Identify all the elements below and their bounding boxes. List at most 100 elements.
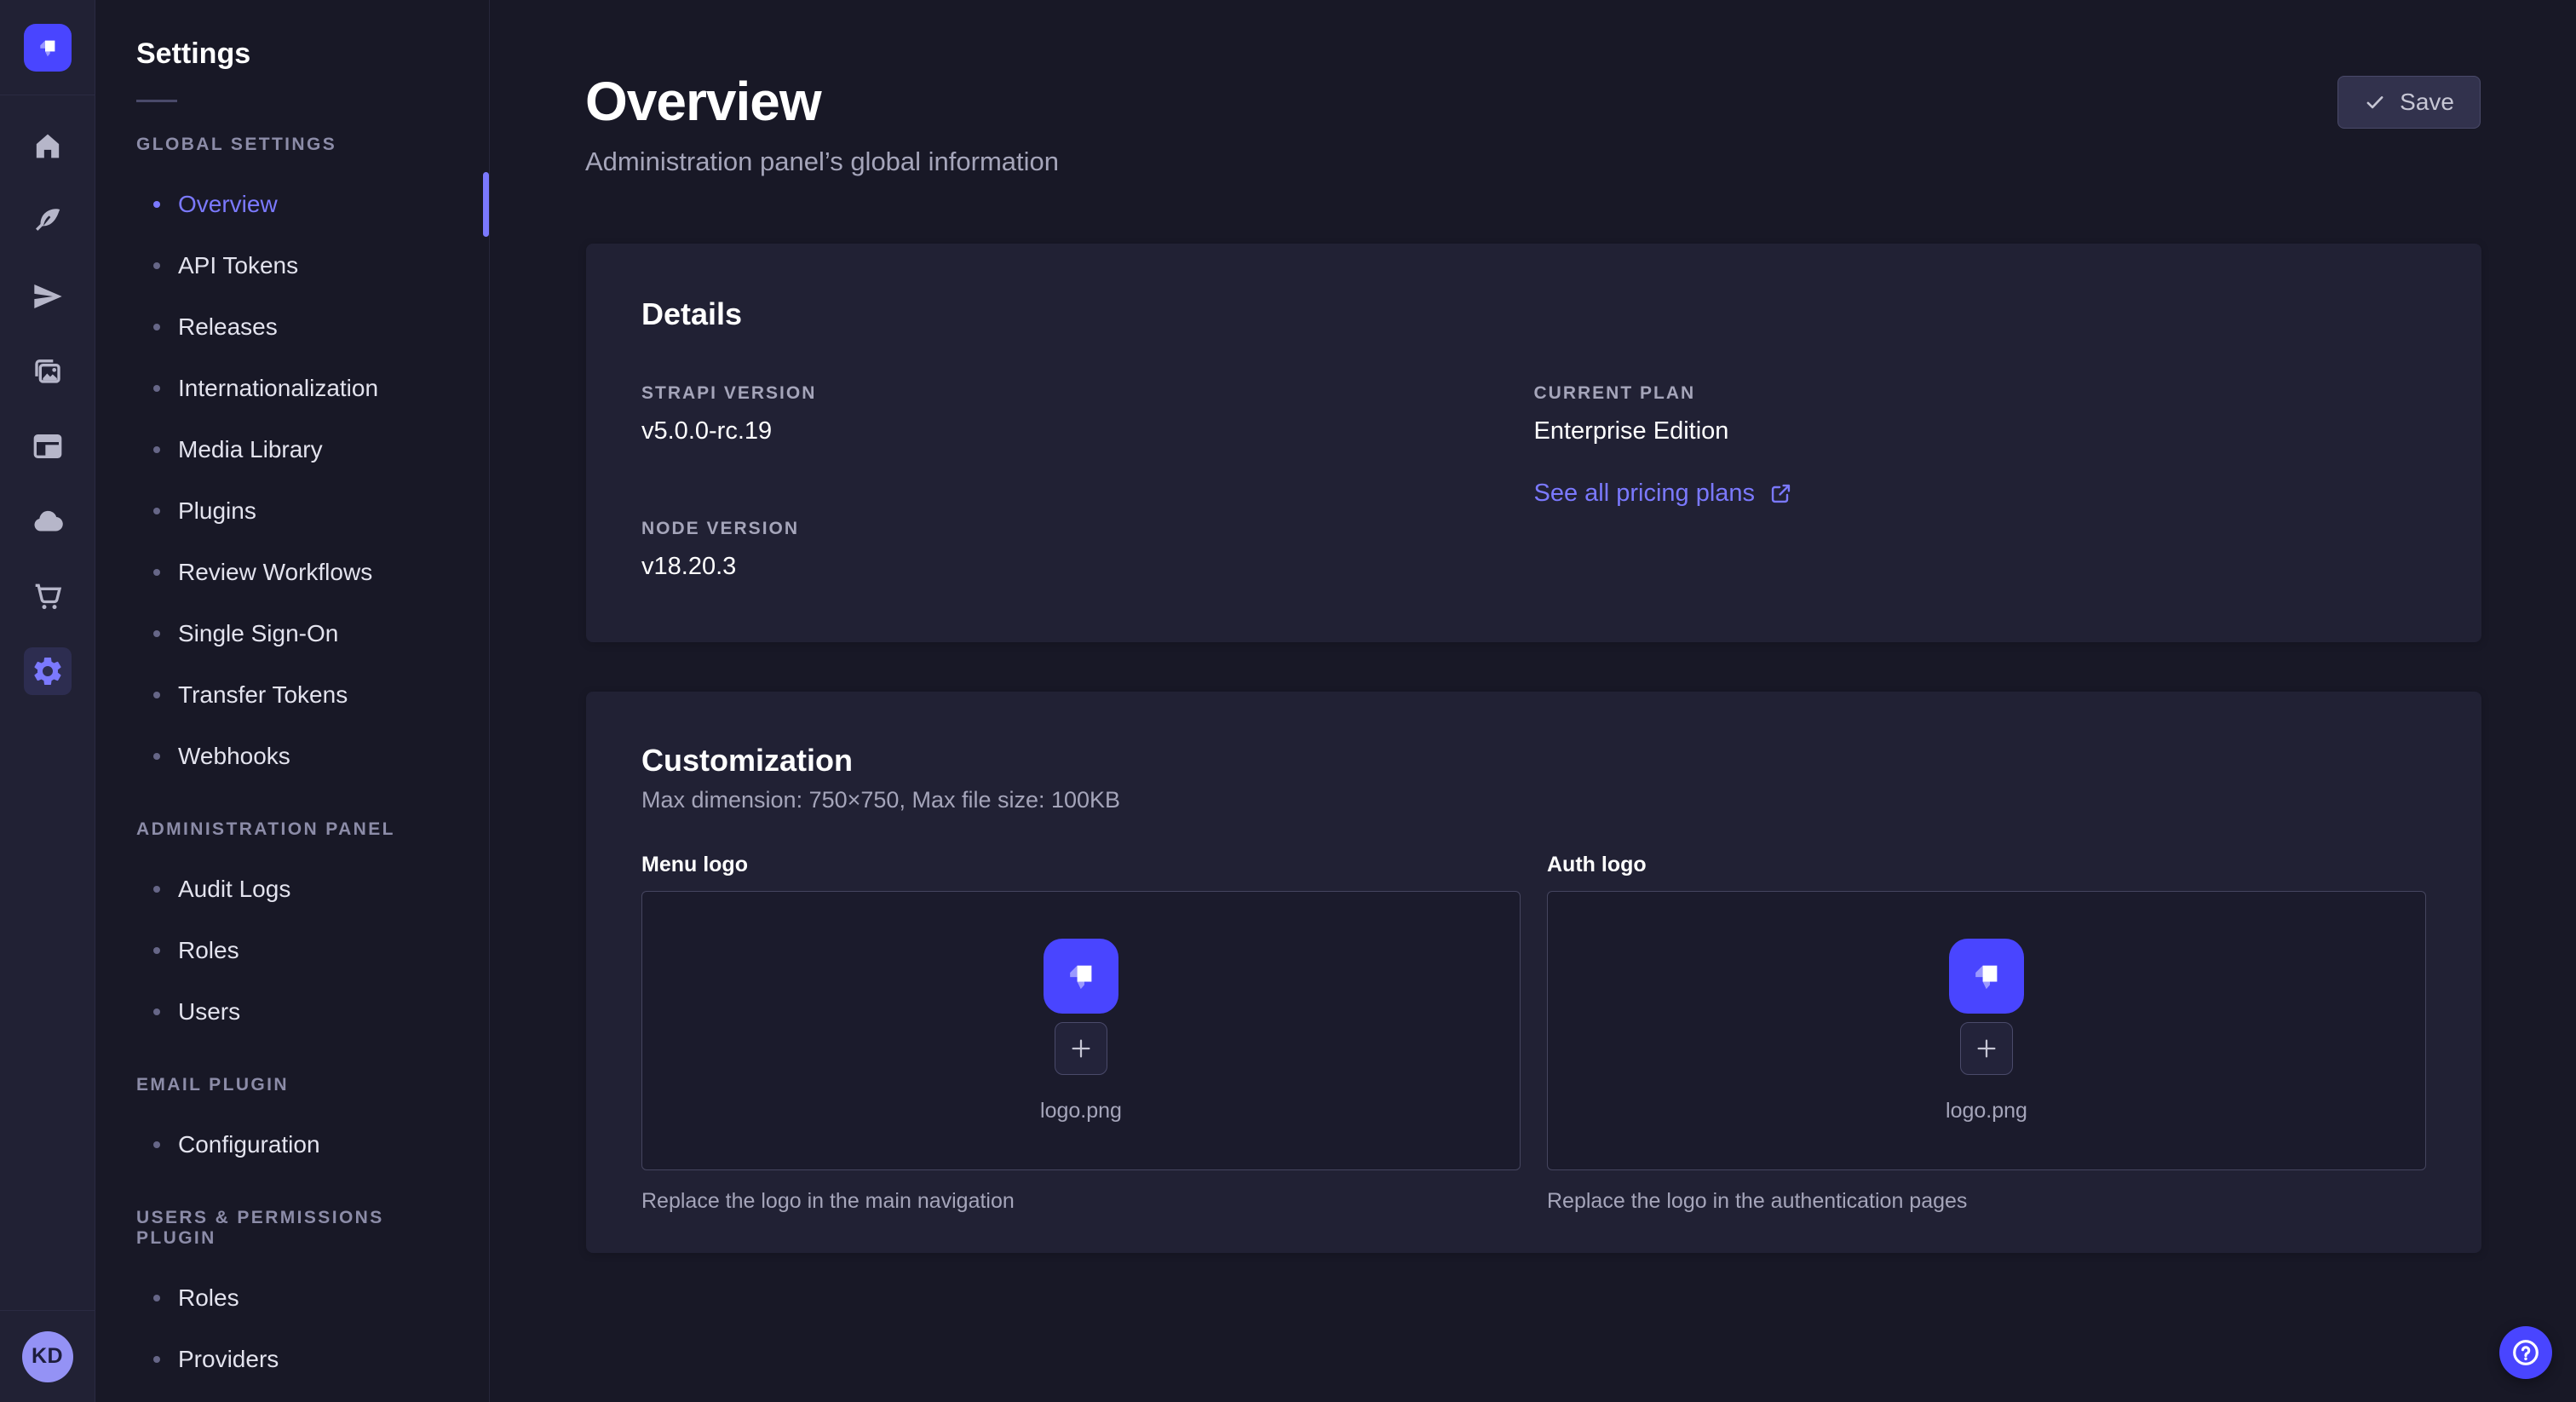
subnav-title: Settings [95, 0, 489, 71]
question-mark-icon [2510, 1336, 2542, 1369]
logo-grid: Menu logo logo.png Replace the logo in t… [641, 853, 2426, 1214]
current-plan-field: CURRENT PLAN Enterprise Edition [1534, 383, 2427, 445]
subnav-item-releases[interactable]: Releases [95, 296, 489, 358]
rail-item-marketplace[interactable] [0, 559, 95, 634]
pricing-plans-link[interactable]: See all pricing plans [1534, 480, 1794, 508]
strapi-version-value: v5.0.0-rc.19 [641, 417, 1534, 445]
current-plan-value: Enterprise Edition [1534, 417, 2427, 445]
main-nav-rail: KD [0, 0, 95, 1402]
rail-user-area: KD [0, 1310, 95, 1402]
section-label: EMAIL PLUGIN [136, 1075, 448, 1095]
pricing-plans-link-label: See all pricing plans [1534, 480, 1756, 508]
rail-item-content-manager[interactable] [0, 184, 95, 259]
rail-item-content-type-builder[interactable] [0, 409, 95, 484]
node-version-value: v18.20.3 [641, 553, 1534, 581]
settings-subnav: Settings GLOBAL SETTINGS Overview API To… [95, 0, 490, 1402]
node-version-label: NODE VERSION [641, 519, 1534, 539]
strapi-mark-icon [1963, 952, 2010, 1000]
current-plan-label: CURRENT PLAN [1534, 383, 2427, 404]
check-icon [2364, 91, 2386, 113]
customization-card: Customization Max dimension: 750×750, Ma… [586, 692, 2481, 1253]
subnav-item-single-sign-on[interactable]: Single Sign-On [95, 603, 489, 664]
subnav-item-up-providers[interactable]: Providers [95, 1329, 489, 1390]
section-users-permissions-plugin: USERS & PERMISSIONS PLUGIN Roles Provide… [95, 1208, 489, 1390]
external-link-icon [1768, 481, 1793, 506]
menu-logo-label: Menu logo [641, 853, 1521, 877]
menu-logo-preview [1044, 939, 1118, 1014]
page-header: Overview Administration panel’s global i… [491, 0, 2576, 179]
strapi-admin-app: KD Settings GLOBAL SETTINGS Overview API… [0, 0, 2576, 1402]
section-global-settings: GLOBAL SETTINGS Overview API Tokens Rele… [95, 135, 489, 787]
auth-logo-dropzone[interactable]: logo.png [1547, 891, 2426, 1170]
rail-nav-items [0, 109, 95, 709]
rail-item-releases[interactable] [0, 259, 95, 334]
user-avatar[interactable]: KD [22, 1331, 73, 1382]
subnav-item-audit-logs[interactable]: Audit Logs [95, 859, 489, 920]
gear-icon [31, 654, 65, 688]
auth-logo-add-button[interactable] [1960, 1022, 2013, 1075]
node-version-field: NODE VERSION v18.20.3 [641, 519, 1534, 581]
workspace-logo-area [0, 0, 95, 95]
subnav-item-plugins[interactable]: Plugins [95, 480, 489, 542]
layout-icon [31, 429, 65, 463]
rail-item-deploy[interactable] [0, 484, 95, 559]
cloud-icon [31, 504, 65, 538]
subnav-item-overview[interactable]: Overview [95, 174, 489, 235]
menu-logo-filename: logo.png [1040, 1099, 1122, 1123]
subnav-item-webhooks[interactable]: Webhooks [95, 726, 489, 787]
auth-logo-preview [1949, 939, 2024, 1014]
subnav-title-divider [136, 100, 177, 102]
details-heading: Details [641, 296, 2426, 332]
plus-icon [1068, 1036, 1094, 1061]
subnav-item-admin-users[interactable]: Users [95, 981, 489, 1043]
auth-logo-column: Auth logo logo.png Replace the logo in t… [1547, 853, 2426, 1214]
save-button-label: Save [2400, 89, 2454, 116]
feather-icon [31, 204, 65, 238]
auth-logo-filename: logo.png [1946, 1099, 2027, 1123]
subnav-item-review-workflows[interactable]: Review Workflows [95, 542, 489, 603]
subnav-item-admin-roles[interactable]: Roles [95, 920, 489, 981]
details-left-column: STRAPI VERSION v5.0.0-rc.19 NODE VERSION… [641, 383, 1534, 581]
cart-icon [31, 579, 65, 613]
subnav-item-transfer-tokens[interactable]: Transfer Tokens [95, 664, 489, 726]
rail-item-home[interactable] [0, 109, 95, 184]
section-email-plugin: EMAIL PLUGIN Configuration [95, 1075, 489, 1175]
help-button[interactable] [2499, 1326, 2552, 1379]
section-label: GLOBAL SETTINGS [136, 135, 448, 155]
save-button[interactable]: Save [2337, 76, 2481, 129]
auth-logo-label: Auth logo [1547, 853, 2426, 877]
rail-item-media-library[interactable] [0, 334, 95, 409]
strapi-mark-icon [32, 32, 64, 64]
menu-logo-add-button[interactable] [1055, 1022, 1107, 1075]
plus-icon [1974, 1036, 1999, 1061]
customization-heading: Customization [641, 743, 2426, 779]
details-right-column: CURRENT PLAN Enterprise Edition See all … [1534, 383, 2427, 581]
customization-constraints: Max dimension: 750×750, Max file size: 1… [641, 787, 2426, 813]
strapi-version-label: STRAPI VERSION [641, 383, 1534, 404]
section-label: ADMINISTRATION PANEL [136, 819, 448, 840]
strapi-version-field: STRAPI VERSION v5.0.0-rc.19 [641, 383, 1534, 445]
subnav-item-api-tokens[interactable]: API Tokens [95, 235, 489, 296]
subnav-item-up-roles[interactable]: Roles [95, 1267, 489, 1329]
menu-logo-dropzone[interactable]: logo.png [641, 891, 1521, 1170]
subnav-item-media-library[interactable]: Media Library [95, 419, 489, 480]
paper-plane-icon [31, 279, 65, 313]
page-title: Overview [585, 72, 2481, 131]
auth-logo-hint: Replace the logo in the authentication p… [1547, 1189, 2426, 1214]
section-label: USERS & PERMISSIONS PLUGIN [136, 1208, 448, 1249]
pictures-icon [31, 354, 65, 388]
menu-logo-column: Menu logo logo.png Replace the logo in t… [641, 853, 1521, 1214]
rail-item-settings[interactable] [0, 634, 95, 709]
menu-logo-hint: Replace the logo in the main navigation [641, 1189, 1521, 1214]
home-icon [31, 129, 65, 164]
page-subtitle: Administration panel’s global informatio… [585, 145, 2481, 179]
subnav-item-email-configuration[interactable]: Configuration [95, 1114, 489, 1175]
details-card: Details STRAPI VERSION v5.0.0-rc.19 NODE… [586, 244, 2481, 642]
subnav-item-internationalization[interactable]: Internationalization [95, 358, 489, 419]
strapi-logo[interactable] [24, 24, 72, 72]
section-administration-panel: ADMINISTRATION PANEL Audit Logs Roles Us… [95, 819, 489, 1043]
main-content: Overview Administration panel’s global i… [491, 0, 2576, 1402]
settings-active-highlight [24, 647, 72, 695]
strapi-mark-icon [1057, 952, 1105, 1000]
details-grid: STRAPI VERSION v5.0.0-rc.19 NODE VERSION… [641, 383, 2426, 581]
